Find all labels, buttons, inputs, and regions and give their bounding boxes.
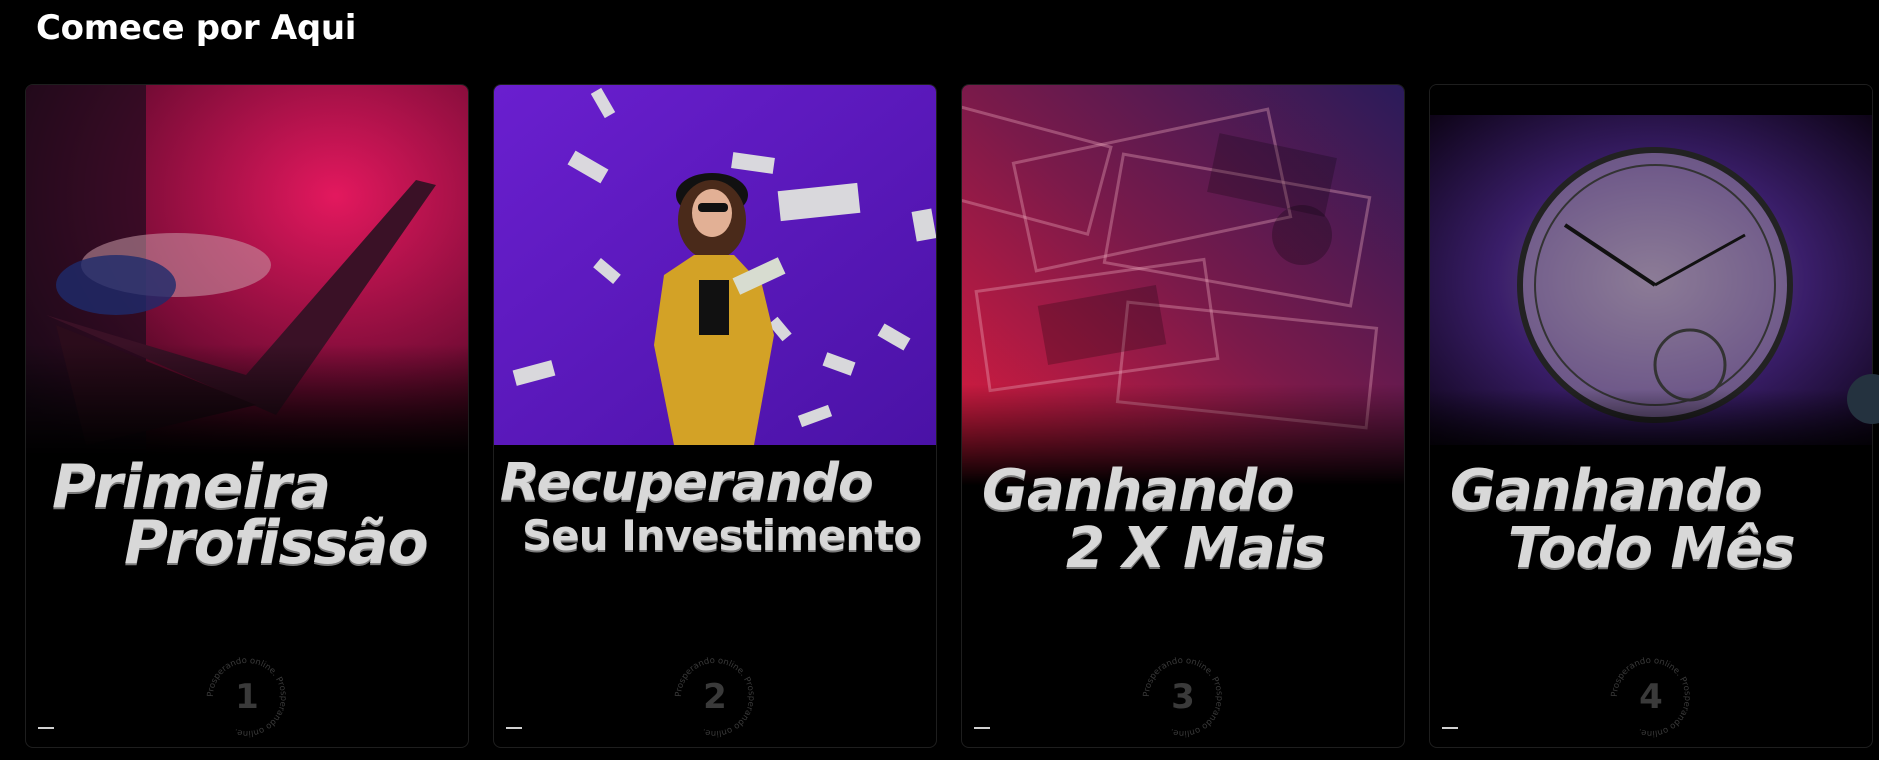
course-card-2[interactable]: Recuperando Seu Investimento Prosperando… xyxy=(493,84,937,748)
progress-dash-icon xyxy=(1442,727,1458,729)
course-card-4[interactable]: Ganhando Todo Mês Prosperando online. Pr… xyxy=(1429,84,1873,748)
card-1-number-badge: Prosperando online. Prosperando online. … xyxy=(205,655,289,739)
card-2-title-line1: Recuperando xyxy=(500,453,874,513)
progress-dash-icon xyxy=(506,727,522,729)
card-4-cover-image xyxy=(1430,85,1872,465)
course-card-1[interactable]: Primeira Profissão Prosperando online. P… xyxy=(25,84,469,748)
card-3-cover-image xyxy=(962,85,1404,485)
card-3-title-line1: Ganhando xyxy=(982,458,1295,523)
card-4-title-line1: Ganhando xyxy=(1450,458,1763,523)
course-card-3[interactable]: Ganhando 2 X Mais Prosperando online. Pr… xyxy=(961,84,1405,748)
card-3-number: 3 xyxy=(1171,677,1195,717)
card-4-title: Ganhando Todo Mês xyxy=(1430,463,1872,577)
page-title: Comece por Aqui xyxy=(36,8,357,48)
card-4-number: 4 xyxy=(1639,677,1663,717)
card-3-number-badge: Prosperando online. Prosperando online. … xyxy=(1141,655,1225,739)
card-1-cover-image xyxy=(26,85,468,455)
card-1-number: 1 xyxy=(235,677,259,717)
card-2-title-line2: Seu Investimento xyxy=(522,511,922,560)
card-2-number-badge: Prosperando online. Prosperando online. … xyxy=(673,655,757,739)
card-1-title-line2: Profissão xyxy=(124,508,429,578)
card-4-number-badge: Prosperando online. Prosperando online. … xyxy=(1609,655,1693,739)
card-2-title: Recuperando Seu Investimento xyxy=(494,457,936,557)
progress-dash-icon xyxy=(974,727,990,729)
progress-dash-icon xyxy=(38,727,54,729)
card-4-title-line2: Todo Mês xyxy=(1508,516,1796,581)
card-3-title: Ganhando 2 X Mais xyxy=(962,463,1404,577)
card-3-title-line2: 2 X Mais xyxy=(1066,516,1326,581)
card-1-title: Primeira Profissão xyxy=(26,457,468,573)
card-2-cover-image xyxy=(494,85,936,445)
card-2-number: 2 xyxy=(703,677,727,717)
